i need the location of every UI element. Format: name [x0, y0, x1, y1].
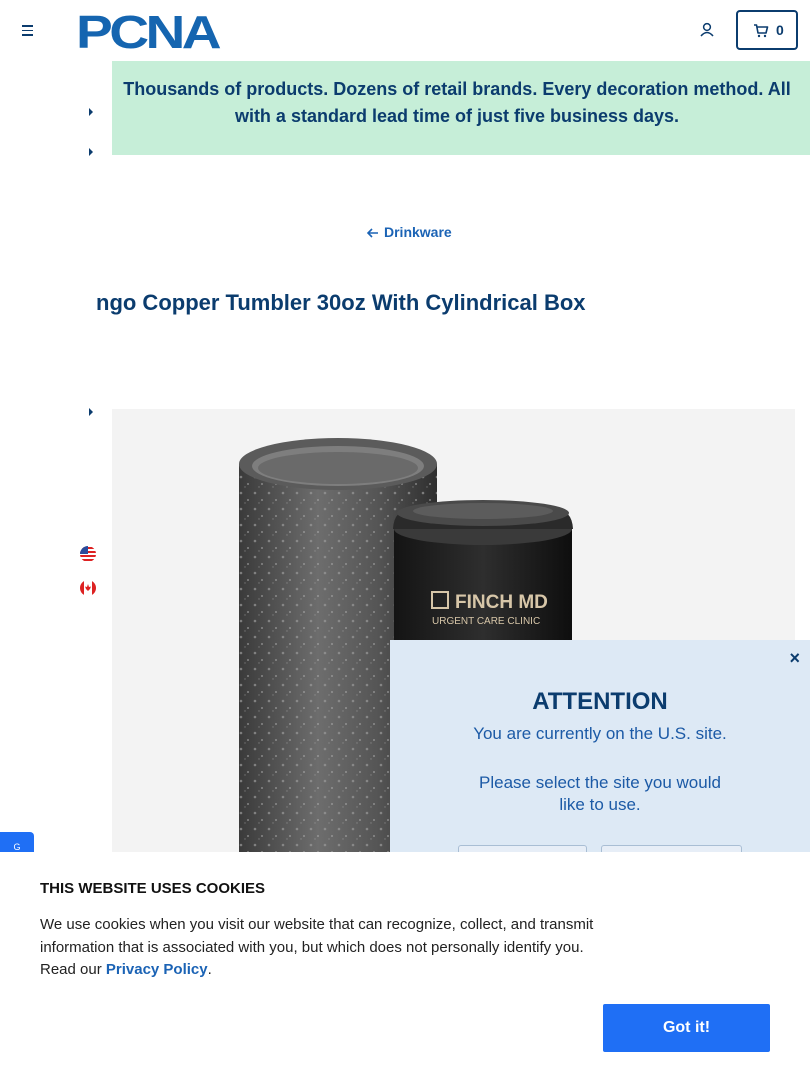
cart-button[interactable]: 0	[736, 10, 798, 50]
logo-text: PCNA	[76, 10, 220, 50]
imprint-sub-text: URGENT CARE CLINIC	[432, 616, 540, 627]
breadcrumb-label: Drinkware	[384, 224, 452, 240]
us-flag-icon[interactable]	[80, 546, 96, 562]
modal-select-text: Please select the site you would like to…	[479, 773, 721, 814]
close-icon[interactable]: ×	[789, 648, 800, 669]
cart-icon	[754, 24, 769, 38]
cookie-text: We use cookies when you visit our websit…	[40, 914, 610, 982]
modal-current-site-text: You are currently on the U.S. site.	[473, 724, 727, 743]
pcna-logo[interactable]: PCNA	[76, 10, 224, 50]
arrow-left-icon	[366, 228, 378, 238]
canada-flag-icon[interactable]	[80, 580, 96, 596]
cookie-banner: THIS WEBSITE USES COOKIES We use cookies…	[0, 852, 810, 1080]
chevron-right-icon[interactable]	[89, 148, 93, 156]
product-title: ngo Copper Tumbler 30oz With Cylindrical…	[96, 290, 586, 315]
account-icon[interactable]	[697, 20, 717, 40]
imprint-brand-text: FINCH MD	[455, 592, 548, 613]
cookie-end: .	[207, 961, 212, 978]
privacy-policy-link[interactable]: Privacy Policy	[106, 961, 208, 978]
modal-title: ATTENTION	[532, 688, 668, 715]
cart-count: 0	[776, 22, 784, 38]
promo-banner: Thousands of products. Dozens of retail …	[112, 61, 810, 155]
promo-banner-text: Thousands of products. Dozens of retail …	[123, 79, 791, 126]
site-header: PCNA 0	[0, 0, 810, 61]
chevron-right-icon[interactable]	[89, 108, 93, 116]
chevron-right-icon[interactable]	[89, 408, 93, 416]
hamburger-menu-icon[interactable]	[18, 20, 38, 40]
cookie-title: THIS WEBSITE USES COOKIES	[40, 880, 266, 897]
got-it-button[interactable]: Got it!	[603, 1004, 770, 1052]
